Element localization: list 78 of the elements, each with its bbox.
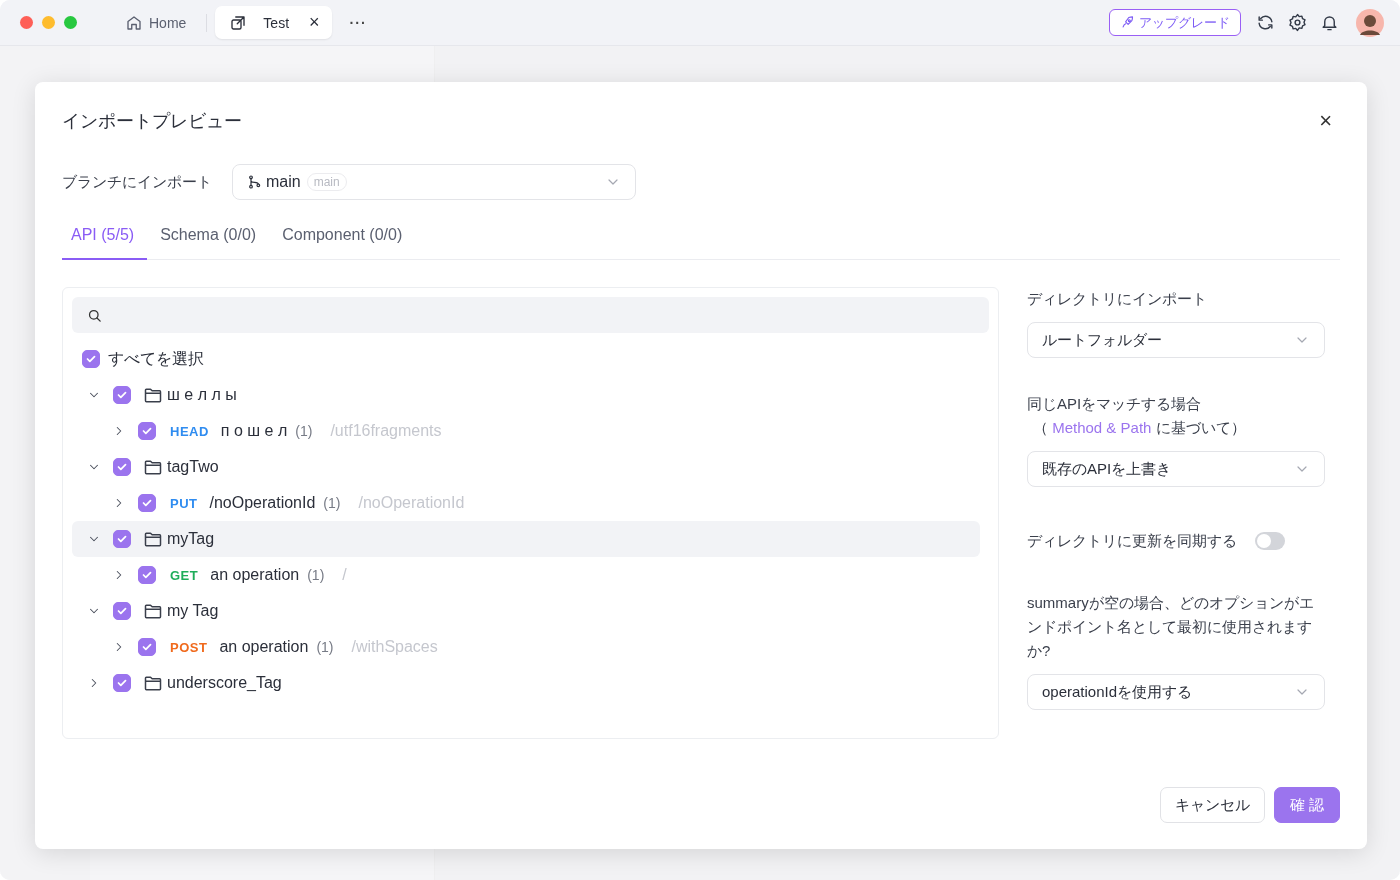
cancel-button[interactable]: キャンセル <box>1159 787 1265 823</box>
tree-row[interactable]: HEAD п о ш е л (1) /utf16fragments <box>72 413 980 449</box>
checkbox[interactable] <box>82 350 100 368</box>
checkbox[interactable] <box>113 602 131 620</box>
toggle-switch[interactable] <box>1255 532 1285 550</box>
external-link-icon <box>229 13 248 32</box>
tab[interactable]: Home <box>111 7 199 38</box>
folder-icon <box>143 385 163 405</box>
folder-icon <box>143 601 163 621</box>
folder-label: tagTwo <box>167 458 219 476</box>
endpoint-path: /withSpaces <box>351 638 438 656</box>
folder-icon <box>143 457 163 477</box>
endpoint-name: an operation <box>210 566 300 584</box>
tab[interactable]: Schema (0/0) <box>151 218 270 260</box>
search-field[interactable] <box>72 297 989 333</box>
rocket-icon <box>1120 15 1135 30</box>
tab[interactable]: Test × <box>215 6 332 39</box>
dropdown[interactable]: 既存のAPIを上書き <box>1027 451 1325 487</box>
folder-label: underscore_Tag <box>167 674 282 692</box>
checkbox[interactable] <box>138 422 156 440</box>
endpoint-path: / <box>342 566 347 584</box>
more-button[interactable]: ··· <box>349 14 367 31</box>
dropdown[interactable]: operationIdを使用する <box>1027 674 1325 710</box>
dropdown[interactable]: ルートフォルダー <box>1027 322 1325 358</box>
count: (1) <box>307 567 325 583</box>
checkbox[interactable] <box>113 530 131 548</box>
settings-icon[interactable] <box>1288 13 1307 32</box>
zoom-window-button[interactable] <box>64 16 77 29</box>
endpoint-name: an operation <box>219 638 309 656</box>
count: (1) <box>316 639 334 655</box>
method-label: HEAD <box>170 423 209 439</box>
tree-row[interactable]: PUT /noOperationId (1) /noOperationId <box>72 485 980 521</box>
folder-label: myTag <box>167 530 215 548</box>
field-label: ディレクトリに更新を同期する <box>1027 531 1237 551</box>
checkbox[interactable] <box>138 494 156 512</box>
close-button[interactable]: × <box>1319 108 1332 134</box>
tab[interactable]: Component (0/0) <box>273 218 416 260</box>
folder-icon <box>143 673 163 693</box>
tree-row[interactable]: tagTwo <box>72 449 980 485</box>
endpoint-path: /utf16fragments <box>330 422 442 440</box>
refresh-icon[interactable] <box>1256 13 1275 32</box>
folder-label: ш е л л ы <box>167 386 237 404</box>
tree-row[interactable]: my Tag <box>72 593 980 629</box>
branch-icon <box>247 174 263 190</box>
endpoint-path: /noOperationId <box>358 494 465 512</box>
endpoint-name: п о ш е л <box>220 422 288 440</box>
tree-row[interactable]: underscore_Tag <box>72 665 980 701</box>
checkbox[interactable] <box>113 386 131 404</box>
folder-icon <box>143 529 163 549</box>
count: (1) <box>295 423 313 439</box>
bell-icon[interactable] <box>1320 13 1339 32</box>
checkbox[interactable] <box>138 638 156 656</box>
checkbox[interactable] <box>138 566 156 584</box>
tree-row[interactable]: myTag <box>72 521 980 557</box>
method-label: GET <box>170 567 199 583</box>
checkbox[interactable] <box>113 458 131 476</box>
field-label: ディレクトリにインポート <box>1027 289 1208 309</box>
tab[interactable]: API (5/5) <box>62 218 148 260</box>
field-label: ブランチにインポート <box>62 172 212 192</box>
count: (1) <box>323 495 341 511</box>
endpoint-name: /noOperationId <box>209 494 316 512</box>
tree-row[interactable]: GET an operation (1) / <box>72 557 980 593</box>
close-tab-button[interactable]: × <box>309 12 320 33</box>
tree-label: すべてを選択 <box>108 348 204 369</box>
branch-select[interactable]: main main <box>232 164 636 200</box>
close-window-button[interactable] <box>20 16 33 29</box>
dialog-title: インポートプレビュー <box>62 110 242 133</box>
field-label: summaryが空の場合、どのオプションがエンドポイント名として最初に使用されますか? <box>1027 593 1315 661</box>
folder-label: my Tag <box>167 602 219 620</box>
method-label: POST <box>170 639 208 655</box>
field-label: 同じAPIをマッチする場合 <box>1027 394 1203 414</box>
checkbox[interactable] <box>113 674 131 692</box>
tree-row[interactable]: ш е л л ы <box>72 377 980 413</box>
upgrade-button[interactable]: アップグレード <box>1109 9 1241 36</box>
tree-row[interactable]: POST an operation (1) /withSpaces <box>72 629 980 665</box>
avatar[interactable] <box>1356 8 1384 37</box>
method-label: PUT <box>170 495 198 511</box>
field-note: （ Method & Path に基づいて） <box>1032 418 1247 438</box>
